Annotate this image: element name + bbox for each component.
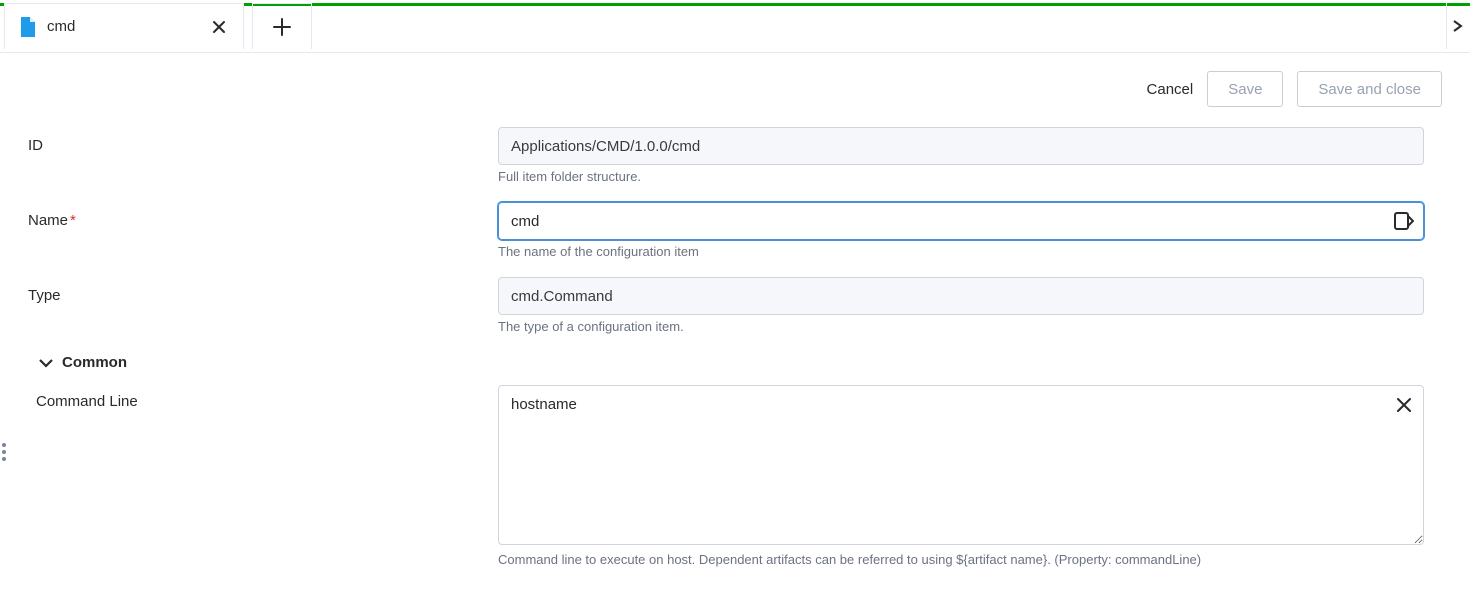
- tabstrip: cmd: [0, 3, 1470, 53]
- required-marker: *: [70, 212, 76, 229]
- action-bar: Cancel Save Save and close: [0, 53, 1470, 117]
- config-form: ID Full item folder structure. Name* The…: [0, 113, 1452, 591]
- label-name-text: Name: [28, 212, 68, 229]
- help-name: The name of the configuration item: [498, 244, 1424, 259]
- row-name: Name* The name of the configuration item: [28, 188, 1424, 263]
- section-common-label: Common: [62, 354, 127, 371]
- label-name: Name*: [28, 202, 498, 229]
- name-field[interactable]: [498, 202, 1424, 240]
- help-type: The type of a configuration item.: [498, 319, 1424, 334]
- input-suffix-icon[interactable]: [1394, 212, 1414, 230]
- document-icon: [19, 17, 37, 37]
- chevron-down-icon: [38, 355, 54, 371]
- label-command-line: Command Line: [28, 385, 498, 410]
- row-id: ID Full item folder structure.: [28, 113, 1424, 188]
- close-icon[interactable]: [209, 17, 229, 37]
- save-and-close-button[interactable]: Save and close: [1297, 71, 1442, 107]
- label-id: ID: [28, 127, 498, 154]
- label-type: Type: [28, 277, 498, 304]
- cancel-button[interactable]: Cancel: [1147, 81, 1194, 98]
- help-command-line: Command line to execute on host. Depende…: [498, 552, 1424, 567]
- form-scroll-area[interactable]: ID Full item folder structure. Name* The…: [0, 113, 1452, 591]
- type-field: [498, 277, 1424, 315]
- row-type: Type The type of a configuration item.: [28, 263, 1424, 338]
- tab-cmd[interactable]: cmd: [4, 3, 244, 49]
- clear-icon[interactable]: [1396, 397, 1412, 413]
- section-common-header[interactable]: Common: [28, 338, 1424, 371]
- add-tab-button[interactable]: [252, 3, 312, 49]
- id-field: [498, 127, 1424, 165]
- command-line-field[interactable]: [498, 385, 1424, 545]
- row-command-line: Command Line Command line to execute on …: [28, 371, 1424, 571]
- tabstrip-overflow-button[interactable]: [1446, 3, 1468, 49]
- help-id: Full item folder structure.: [498, 169, 1424, 184]
- save-button[interactable]: Save: [1207, 71, 1283, 107]
- tab-label: cmd: [47, 18, 209, 35]
